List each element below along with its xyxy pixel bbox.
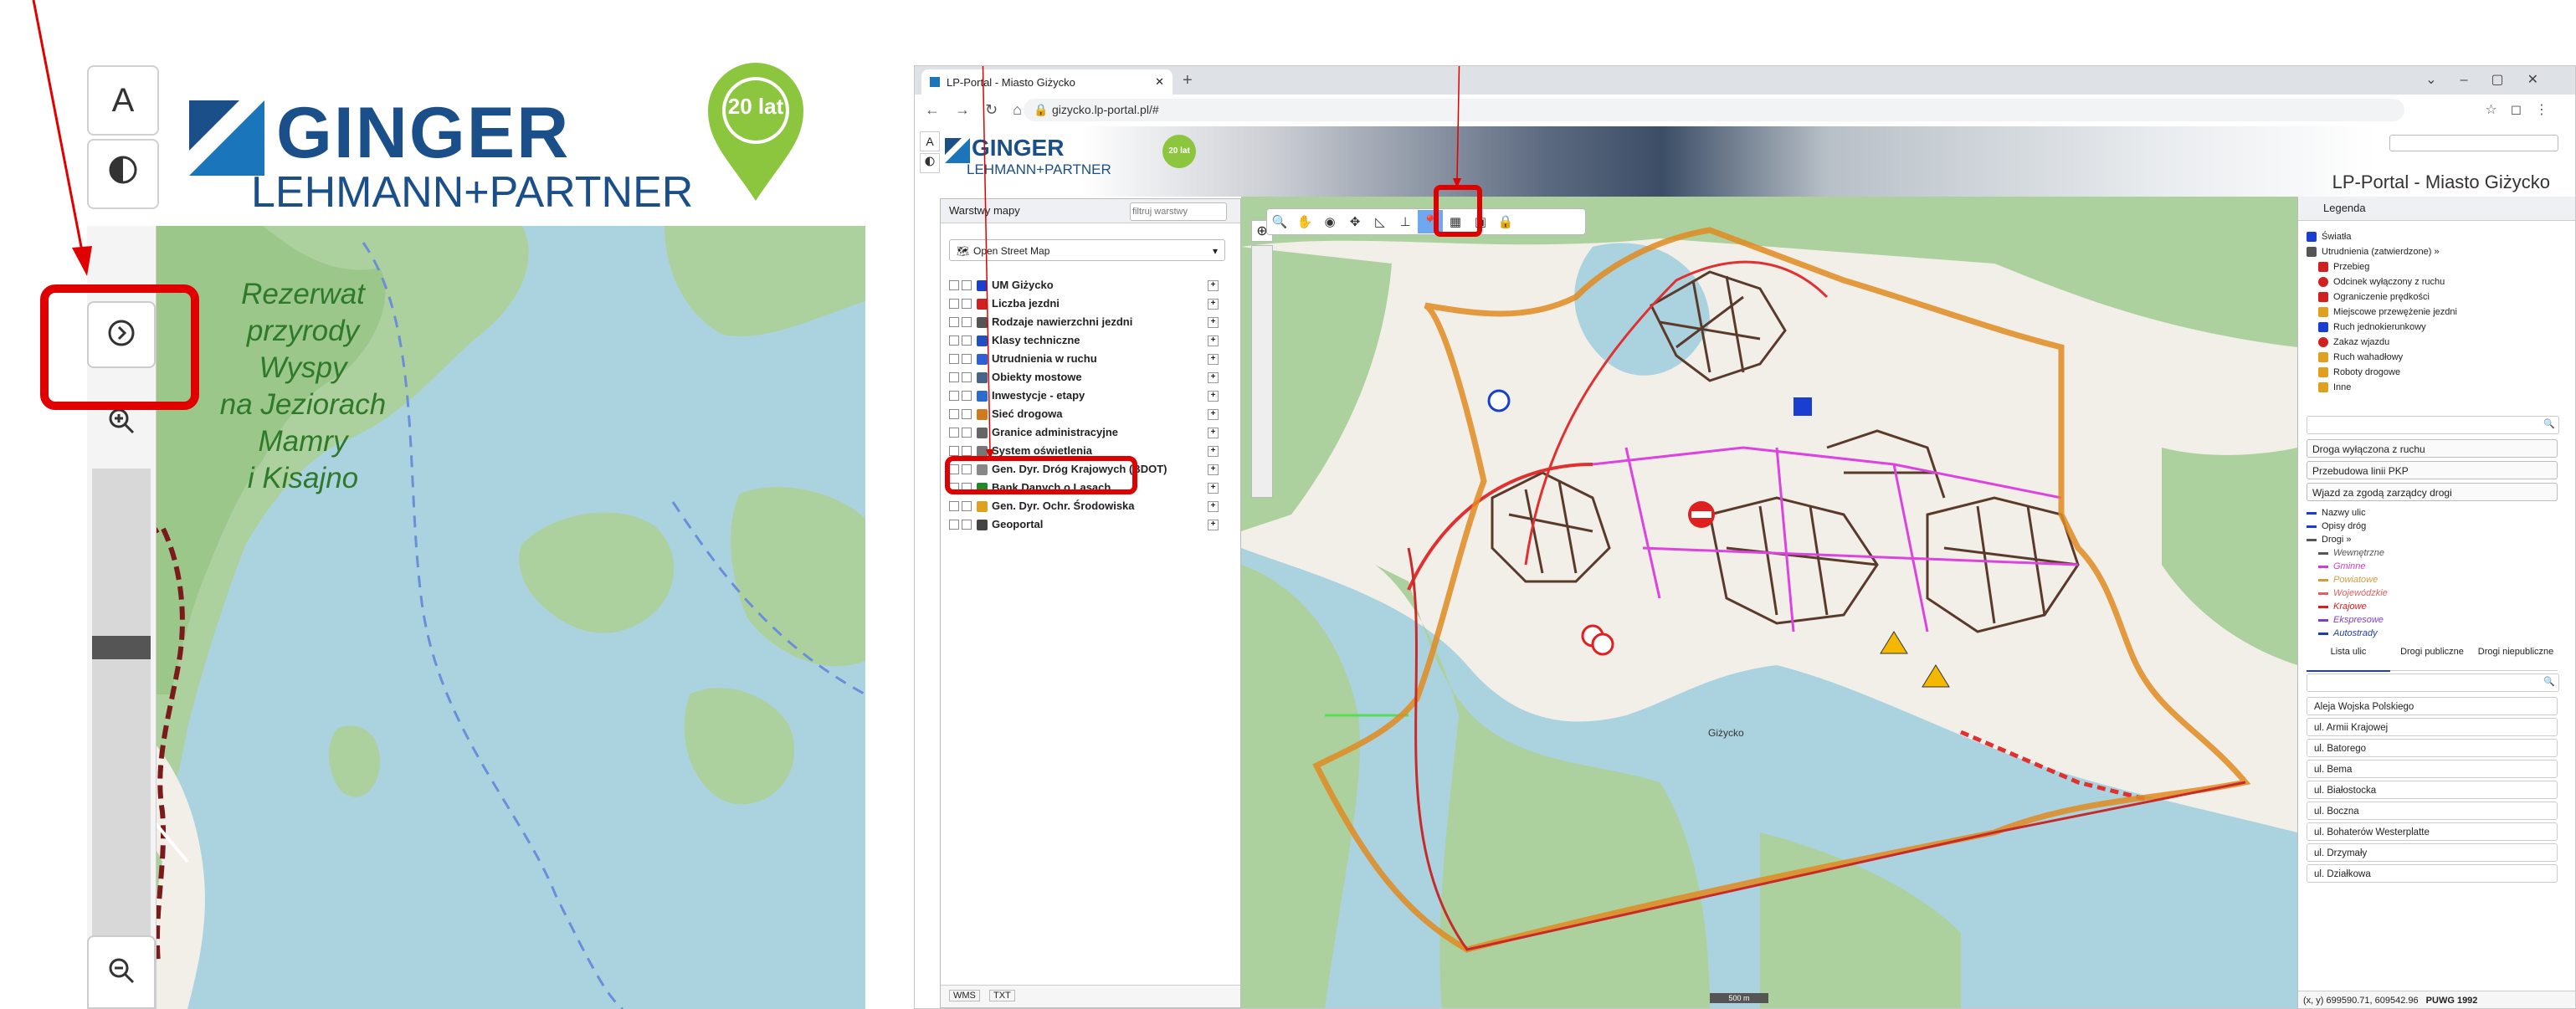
reserve-label: Rezerwat przyrody Wyspy na Jeziorach Mam…: [219, 276, 387, 497]
zoomed-detail-panel: A GINGER LEHMANN+PARTNER 20 lat Rezerwat…: [0, 0, 870, 1009]
logo-line1: GINGER: [276, 93, 571, 173]
street-item[interactable]: ul. Działkowa: [2307, 864, 2558, 883]
zoom-slider-handle[interactable]: [92, 636, 151, 659]
road-legend-item: Ekspresowe: [2318, 613, 2384, 627]
layers-panel-footer: WMS TXT: [941, 985, 1240, 1007]
street-tab[interactable]: Drogi niepubliczne: [2474, 647, 2558, 671]
expand-checkbox[interactable]: [949, 501, 959, 511]
line-icon: [2318, 605, 2328, 608]
logo-line2: LEHMANN+PARTNER: [251, 168, 694, 217]
layer-settings-icon[interactable]: +: [1208, 519, 1219, 530]
highlight-box: [40, 284, 199, 410]
layer-label: Geoportal: [992, 518, 1044, 530]
layer-icon: [977, 519, 988, 530]
anniversary-badge: 20 lat: [703, 59, 808, 206]
coordinates-readout: (x, y) 699590.71, 609542.96: [2303, 996, 2419, 1006]
road-legend-item: Gminne: [2318, 560, 2366, 573]
reserve-label-line: i Kisajno: [247, 462, 359, 494]
line-icon: [2318, 592, 2328, 595]
layer-settings-icon[interactable]: +: [1208, 500, 1219, 512]
road-legend-label: Wojewódzkie: [2333, 588, 2388, 598]
road-legend-label: Powiatowe: [2333, 575, 2378, 585]
street-search-input[interactable]: 🔍: [2307, 674, 2559, 692]
line-icon: [2318, 632, 2328, 635]
layer-item[interactable]: Geoportal +: [949, 515, 1225, 534]
reserve-label-line: Wyspy: [259, 351, 347, 384]
reserve-label-line: Mamry: [258, 425, 348, 458]
layer-checkbox[interactable]: [962, 501, 972, 511]
zoom-in-icon: [107, 407, 136, 439]
road-legend-item: Wojewódzkie: [2318, 586, 2388, 600]
road-legend-label: Krajowe: [2333, 602, 2367, 612]
arrow-icon: [32, 0, 92, 276]
search-icon: 🔍: [2543, 677, 2555, 687]
expand-checkbox[interactable]: [949, 520, 959, 530]
coordinates-bar: (x, y) 699590.71, 609542.96 PUWG 1992: [2298, 991, 2575, 1008]
street-tab[interactable]: Drogi publiczne: [2390, 647, 2474, 671]
layer-icon: [977, 500, 988, 512]
street-tab[interactable]: Lista ulic: [2307, 647, 2390, 672]
street-item[interactable]: ul. Bema: [2307, 760, 2558, 778]
line-icon: [2318, 551, 2328, 555]
reserve-label-line: na Jeziorach: [219, 388, 387, 421]
street-item[interactable]: ul. Bohaterów Westerplatte: [2307, 822, 2558, 841]
logo-mark-icon: [189, 100, 264, 176]
street-item[interactable]: ul. Batorego: [2307, 739, 2558, 757]
road-legend-label: Ekspresowe: [2333, 615, 2384, 625]
badge-text: 20 lat: [727, 94, 784, 119]
wms-button[interactable]: WMS: [949, 990, 980, 1001]
road-legend-item: Opisy dróg: [2307, 520, 2366, 533]
street-item[interactable]: Aleja Wojska Polskiego: [2307, 697, 2558, 715]
line-icon: [2318, 578, 2328, 581]
zoom-out-button[interactable]: [87, 935, 156, 1009]
road-legend-item: Powiatowe: [2318, 573, 2378, 586]
scale-bar: 500 m: [1710, 993, 1768, 1003]
reserve-label-line: Rezerwat: [241, 278, 365, 310]
street-item[interactable]: ul. Drzymały: [2307, 843, 2558, 862]
line-icon: [2307, 538, 2317, 541]
line-icon: [2318, 618, 2328, 622]
zoom-slider-track[interactable]: [92, 469, 151, 1004]
reserve-label-line: przyrody: [246, 315, 360, 347]
line-icon: [2307, 525, 2317, 528]
road-legend-item: Autostrady: [2318, 627, 2378, 640]
zoom-out-icon: [107, 956, 136, 989]
town-label: Giżycko: [1708, 727, 1744, 739]
road-legend-label: Drogi »: [2322, 535, 2352, 545]
road-legend-label: Nazwy ulic: [2322, 508, 2366, 518]
road-legend-label: Opisy dróg: [2322, 521, 2367, 531]
road-legend-item: Wewnętrzne: [2318, 546, 2384, 560]
zoomed-map-graphic: [87, 226, 865, 1009]
browser-window: LP-Portal - Miasto Giżycko ✕ + ⌄–▢✕ ←→↻⌂…: [914, 65, 2576, 1009]
line-icon: [2307, 511, 2317, 515]
zoomed-map[interactable]: [87, 226, 865, 1009]
road-legend-label: Gminne: [2333, 561, 2366, 571]
line-icon: [2318, 565, 2328, 568]
layer-checkbox[interactable]: [962, 520, 972, 530]
road-legend-item: Nazwy ulic: [2307, 506, 2366, 520]
street-item[interactable]: ul. Armii Krajowej: [2307, 718, 2558, 736]
road-legend-item: Drogi »: [2307, 533, 2351, 546]
street-item[interactable]: ul. Boczna: [2307, 802, 2558, 820]
callout-arrows: [982, 66, 1461, 459]
road-legend-label: Wewnętrzne: [2333, 548, 2384, 558]
projection-label[interactable]: PUWG 1992: [2426, 996, 2478, 1006]
street-item[interactable]: ul. Białostocka: [2307, 781, 2558, 799]
road-legend-label: Autostrady: [2333, 628, 2378, 638]
road-legend-item: Krajowe: [2318, 600, 2367, 613]
txt-button[interactable]: TXT: [989, 990, 1015, 1001]
